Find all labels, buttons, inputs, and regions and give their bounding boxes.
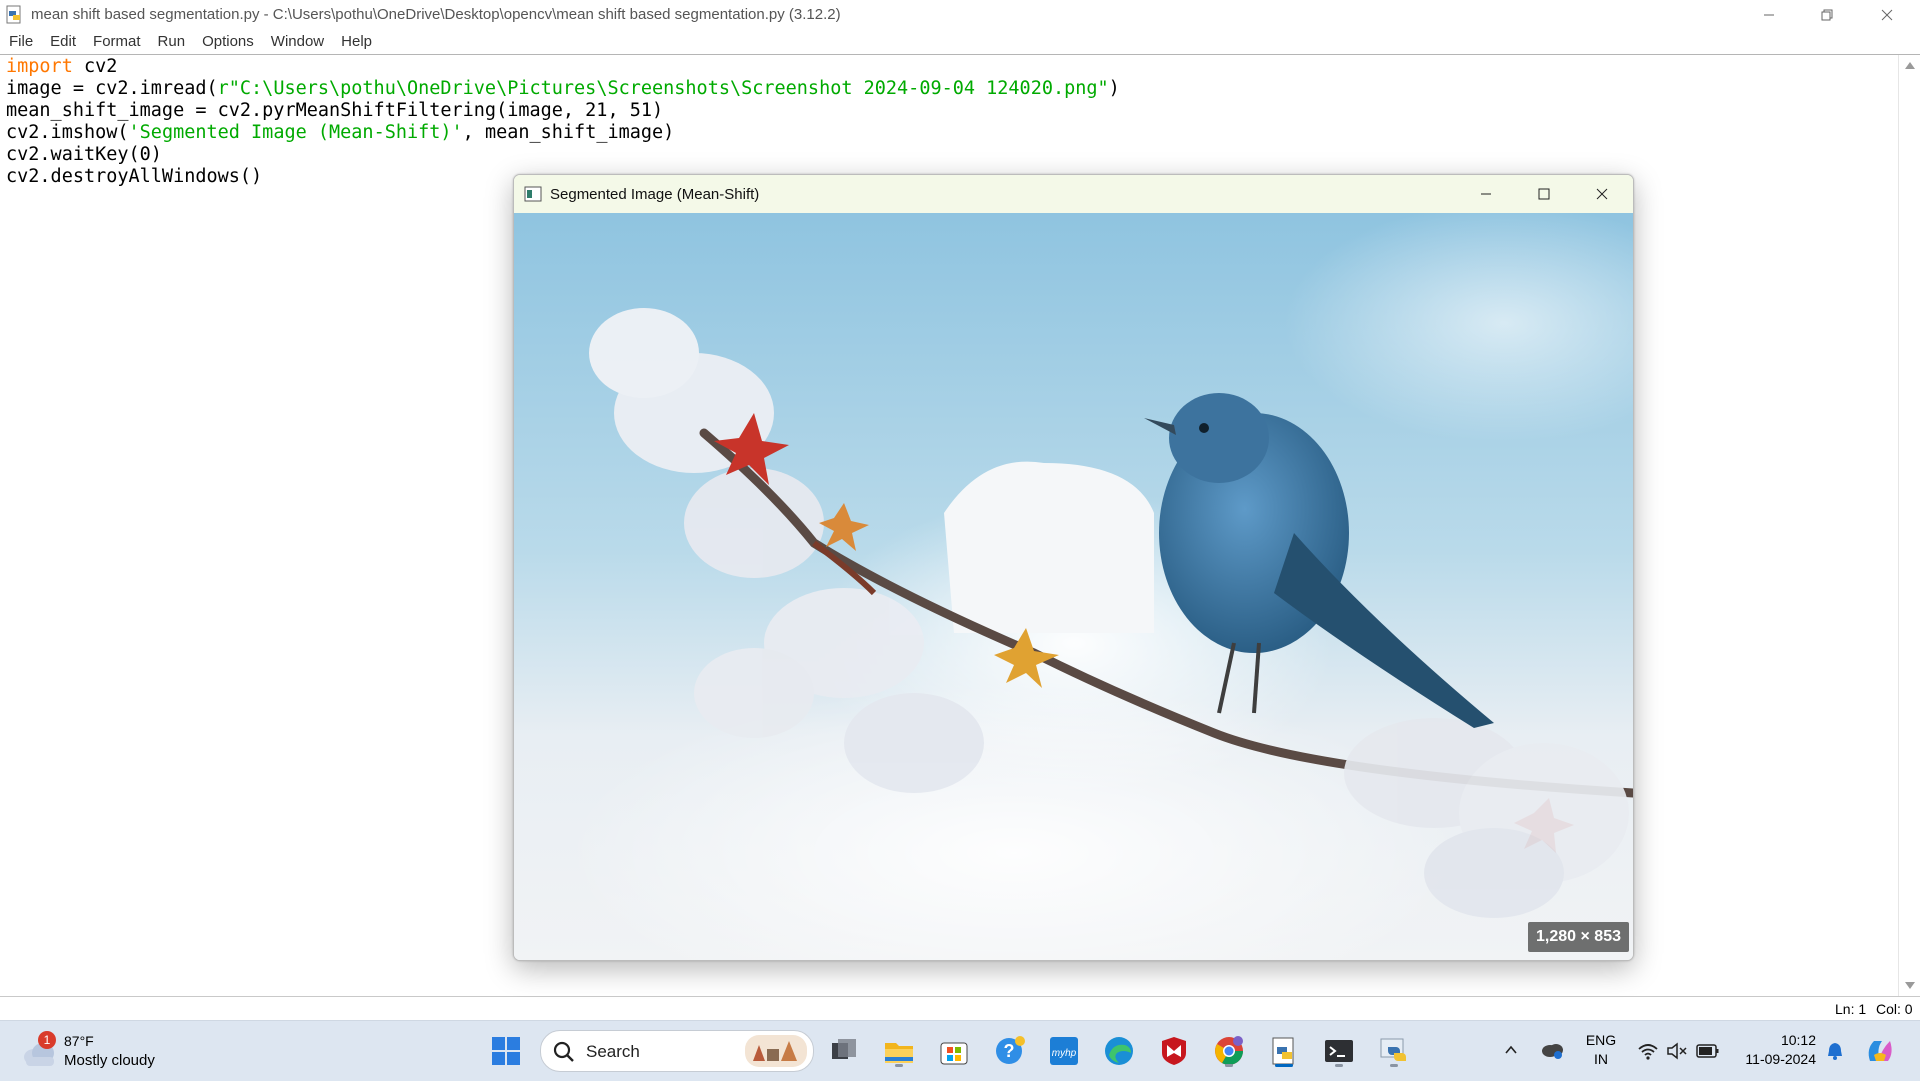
close-icon [1596, 188, 1608, 200]
active-indicator [1275, 1064, 1293, 1067]
code-line: cv2.imshow('Segmented Image (Mean-Shift)… [6, 122, 675, 143]
start-button[interactable] [486, 1031, 526, 1071]
minimize-icon [1764, 14, 1774, 15]
menu-bar: File Edit Format Run Options Window Help [0, 29, 1920, 55]
taskbar-search[interactable]: Search [540, 1030, 814, 1072]
minimize-button[interactable] [1740, 0, 1798, 29]
scroll-down-icon[interactable] [1905, 982, 1915, 989]
code-line: image = cv2.imread(r"C:\Users\pothu\OneD… [6, 78, 1120, 99]
running-indicator [1225, 1064, 1233, 1067]
mcafee-icon [1162, 1037, 1186, 1065]
chrome-button[interactable] [1209, 1031, 1249, 1071]
weather-condition: Mostly cloudy [64, 1052, 155, 1069]
close-button[interactable] [1858, 0, 1916, 29]
restore-icon [1821, 9, 1833, 20]
weather-temperature: 87°F [64, 1033, 94, 1049]
line-indicator: Ln: 1 [1835, 1001, 1867, 1017]
chrome-icon [1215, 1036, 1243, 1065]
file-explorer-button[interactable] [879, 1031, 919, 1071]
menu-format[interactable]: Format [85, 33, 149, 50]
vertical-scrollbar[interactable] [1898, 55, 1920, 996]
opencv-image-window[interactable]: Segmented Image (Mean-Shift) 1,280 × 853 [513, 174, 1634, 961]
opencv-title-bar[interactable]: Segmented Image (Mean-Shift) [514, 175, 1633, 213]
python-file-icon [6, 5, 21, 23]
taskbar: 1 87°F Mostly cloudy Search ? myhp ENG I… [0, 1020, 1920, 1081]
store-button[interactable] [934, 1031, 974, 1071]
code-line: import cv2 [6, 56, 118, 77]
onedrive-icon[interactable] [1540, 1039, 1564, 1061]
image-dimensions-badge: 1,280 × 853 [1528, 922, 1629, 952]
code-line: cv2.waitKey(0) [6, 144, 162, 165]
store-icon [940, 1042, 968, 1065]
start-icon [492, 1037, 520, 1065]
code-line: cv2.destroyAllWindows() [6, 166, 263, 187]
segmented-image [514, 213, 1633, 960]
minimize-icon [1481, 193, 1491, 195]
opencv-window-title: Segmented Image (Mean-Shift) [550, 185, 760, 203]
clock-time: 10:12 [1780, 1032, 1816, 1048]
search-icon [553, 1041, 574, 1062]
running-indicator [1390, 1064, 1398, 1067]
opencv-maximize-button[interactable] [1515, 175, 1573, 213]
search-highlight-icon [745, 1035, 807, 1067]
python-icon [1380, 1038, 1406, 1061]
opencv-minimize-button[interactable] [1457, 175, 1515, 213]
notification-bell-icon[interactable] [1826, 1041, 1844, 1061]
chevron-up-icon[interactable] [1504, 1043, 1518, 1057]
image-window-icon [524, 186, 542, 202]
menu-file[interactable]: File [1, 33, 41, 50]
running-indicator [1335, 1064, 1343, 1067]
menu-help[interactable]: Help [333, 33, 380, 50]
terminal-icon [1325, 1040, 1353, 1062]
running-indicator [895, 1064, 903, 1067]
myhp-icon: myhp [1050, 1037, 1078, 1065]
language-code: ENG [1585, 1032, 1617, 1048]
status-bar: Ln: 1 Col: 0 [0, 996, 1920, 1021]
menu-run[interactable]: Run [150, 33, 194, 50]
task-view-button[interactable] [824, 1031, 864, 1071]
weather-widget[interactable]: 1 87°F Mostly cloudy [20, 1031, 180, 1073]
idle-editor-icon [1272, 1037, 1294, 1065]
svg-text:myhp: myhp [1052, 1048, 1077, 1059]
menu-edit[interactable]: Edit [42, 33, 84, 50]
window-title: mean shift based segmentation.py - C:\Us… [31, 6, 841, 23]
speaker-muted-icon[interactable] [1666, 1041, 1688, 1061]
edge-icon [1105, 1037, 1133, 1065]
get-help-button[interactable]: ? [989, 1031, 1029, 1071]
search-label: Search [586, 1042, 640, 1061]
idle-title-bar: mean shift based segmentation.py - C:\Us… [0, 0, 1920, 29]
python-button[interactable] [1374, 1031, 1414, 1071]
close-icon [1881, 9, 1893, 20]
column-indicator: Col: 0 [1876, 1001, 1913, 1017]
help-icon: ? [996, 1036, 1025, 1064]
clock-date: 11-09-2024 [1745, 1051, 1816, 1067]
weather-notification-badge: 1 [38, 1031, 56, 1049]
maximize-icon [1538, 188, 1550, 200]
svg-text:?: ? [1004, 1041, 1015, 1061]
battery-icon[interactable] [1696, 1043, 1720, 1059]
menu-window[interactable]: Window [263, 33, 332, 50]
wifi-icon[interactable] [1637, 1041, 1659, 1061]
file-explorer-icon [885, 1043, 913, 1063]
scroll-up-icon[interactable] [1905, 62, 1915, 69]
mcafee-button[interactable] [1154, 1031, 1194, 1071]
myhp-button[interactable]: myhp [1044, 1031, 1084, 1071]
clock[interactable]: 10:12 11-09-2024 [1742, 1031, 1816, 1069]
terminal-button[interactable] [1319, 1031, 1359, 1071]
language-indicator[interactable]: ENG IN [1583, 1031, 1619, 1069]
edge-button[interactable] [1099, 1031, 1139, 1071]
task-view-icon [832, 1039, 856, 1059]
menu-options[interactable]: Options [194, 33, 262, 50]
code-line: mean_shift_image = cv2.pyrMeanShiftFilte… [6, 100, 664, 121]
copilot-icon[interactable] [1864, 1035, 1896, 1067]
idle-editor-button[interactable] [1264, 1031, 1304, 1071]
region-code: IN [1594, 1051, 1608, 1067]
opencv-close-button[interactable] [1573, 175, 1631, 213]
restore-button[interactable] [1798, 0, 1856, 29]
